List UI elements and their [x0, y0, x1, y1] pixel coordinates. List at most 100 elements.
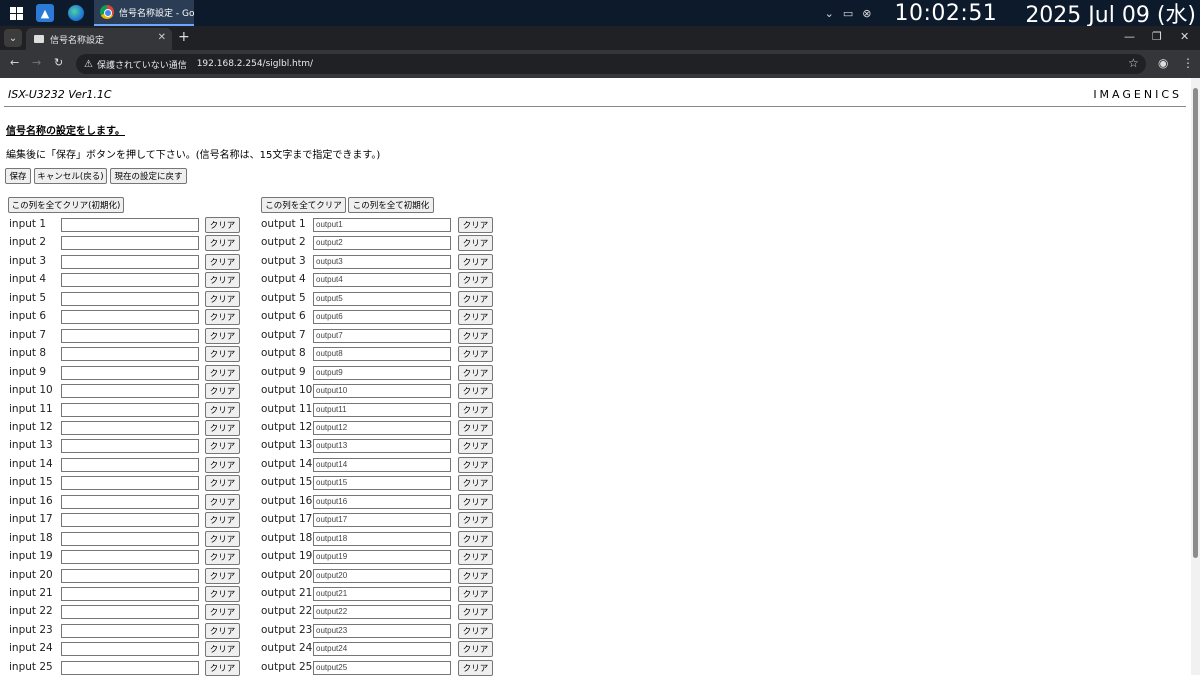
- output-name-field[interactable]: output20: [313, 568, 451, 583]
- output-clear-button[interactable]: クリア: [458, 419, 493, 436]
- save-button[interactable]: 保存: [5, 168, 31, 184]
- app-icon[interactable]: ▲: [36, 4, 54, 22]
- input-clear-button[interactable]: クリア: [205, 586, 240, 602]
- output-name-field[interactable]: output15: [313, 476, 451, 491]
- close-icon[interactable]: ✕: [158, 32, 166, 43]
- date[interactable]: 2025 Jul 09 (水): [1025, 0, 1196, 29]
- input-clear-all-button[interactable]: この列を全てクリア(初期化): [8, 197, 124, 213]
- input-name-field[interactable]: [61, 328, 199, 343]
- output-clear-button[interactable]: クリア: [458, 586, 493, 602]
- input-name-field[interactable]: [61, 494, 199, 509]
- input-name-field[interactable]: [61, 310, 199, 325]
- input-name-field[interactable]: [61, 384, 199, 399]
- input-name-field[interactable]: [61, 457, 199, 472]
- output-clear-button[interactable]: クリア: [458, 235, 493, 252]
- clock[interactable]: 10:02:51: [895, 1, 998, 26]
- output-name-field[interactable]: output19: [313, 550, 451, 565]
- input-clear-button[interactable]: クリア: [205, 567, 240, 584]
- input-clear-button[interactable]: クリア: [205, 530, 240, 547]
- input-name-field[interactable]: [61, 605, 199, 620]
- output-clear-button[interactable]: クリア: [458, 272, 493, 289]
- output-name-field[interactable]: output24: [313, 642, 451, 657]
- output-clear-button[interactable]: クリア: [458, 401, 493, 418]
- edge-icon[interactable]: [66, 3, 86, 23]
- minimize-icon[interactable]: —: [1124, 30, 1135, 43]
- input-name-field[interactable]: [61, 254, 199, 269]
- input-clear-button[interactable]: クリア: [205, 456, 240, 473]
- output-name-field[interactable]: output18: [313, 531, 451, 546]
- url-text[interactable]: 192.168.2.254/siglbl.htm/: [197, 59, 313, 69]
- output-clear-button[interactable]: クリア: [458, 346, 493, 363]
- output-clear-button[interactable]: クリア: [458, 493, 493, 510]
- input-clear-button[interactable]: クリア: [205, 290, 240, 307]
- input-name-field[interactable]: [61, 568, 199, 583]
- input-clear-button[interactable]: クリア: [205, 383, 240, 400]
- input-name-field[interactable]: [61, 347, 199, 362]
- warning-icon[interactable]: ⚠: [84, 59, 93, 70]
- input-name-field[interactable]: [61, 420, 199, 435]
- input-clear-button[interactable]: クリア: [205, 309, 240, 326]
- output-name-field[interactable]: output2: [313, 236, 451, 251]
- input-clear-button[interactable]: クリア: [205, 493, 240, 510]
- bookmark-star-icon[interactable]: ☆: [1128, 56, 1139, 70]
- output-init-all-button[interactable]: この列を全て初期化: [348, 197, 434, 213]
- network-icon[interactable]: ▭: [843, 7, 853, 20]
- output-clear-button[interactable]: クリア: [458, 309, 493, 326]
- output-name-field[interactable]: output8: [313, 347, 451, 362]
- chevron-up-icon[interactable]: ⌄: [825, 7, 834, 20]
- output-name-field[interactable]: output12: [313, 420, 451, 435]
- output-clear-button[interactable]: クリア: [458, 549, 493, 566]
- input-name-field[interactable]: [61, 623, 199, 638]
- input-clear-button[interactable]: クリア: [205, 401, 240, 418]
- input-name-field[interactable]: [61, 660, 199, 675]
- output-clear-button[interactable]: クリア: [458, 622, 493, 639]
- output-name-field[interactable]: output23: [313, 623, 451, 638]
- output-clear-all-button[interactable]: この列を全てクリア: [261, 197, 346, 213]
- output-name-field[interactable]: output3: [313, 254, 451, 269]
- new-tab-icon[interactable]: +: [178, 29, 190, 45]
- input-clear-button[interactable]: クリア: [205, 364, 240, 381]
- output-name-field[interactable]: output10: [313, 384, 451, 399]
- output-name-field[interactable]: output14: [313, 457, 451, 472]
- input-clear-button[interactable]: クリア: [205, 253, 240, 270]
- output-clear-button[interactable]: クリア: [458, 327, 493, 344]
- input-name-field[interactable]: [61, 531, 199, 546]
- input-clear-button[interactable]: クリア: [205, 217, 240, 233]
- input-clear-button[interactable]: クリア: [205, 346, 240, 363]
- output-clear-button[interactable]: クリア: [458, 217, 493, 233]
- tab-signal-names[interactable]: 信号名称設定 ✕: [26, 28, 172, 50]
- page-scrollbar[interactable]: [1191, 78, 1200, 675]
- output-name-field[interactable]: output5: [313, 291, 451, 306]
- output-name-field[interactable]: output6: [313, 310, 451, 325]
- input-name-field[interactable]: [61, 365, 199, 380]
- input-name-field[interactable]: [61, 476, 199, 491]
- input-name-field[interactable]: [61, 439, 199, 454]
- windows-start-icon[interactable]: [6, 3, 26, 23]
- output-clear-button[interactable]: クリア: [458, 456, 493, 473]
- input-clear-button[interactable]: クリア: [205, 641, 240, 658]
- output-clear-button[interactable]: クリア: [458, 512, 493, 529]
- window-close-icon[interactable]: ✕: [1180, 30, 1189, 43]
- input-clear-button[interactable]: クリア: [205, 419, 240, 436]
- output-name-field[interactable]: output4: [313, 273, 451, 288]
- input-clear-button[interactable]: クリア: [205, 622, 240, 639]
- input-clear-button[interactable]: クリア: [205, 235, 240, 252]
- output-clear-button[interactable]: クリア: [458, 604, 493, 621]
- input-name-field[interactable]: [61, 402, 199, 417]
- input-name-field[interactable]: [61, 218, 199, 232]
- input-name-field[interactable]: [61, 291, 199, 306]
- output-clear-button[interactable]: クリア: [458, 364, 493, 381]
- menu-icon[interactable]: ⋮: [1182, 56, 1194, 70]
- input-clear-button[interactable]: クリア: [205, 475, 240, 492]
- output-clear-button[interactable]: クリア: [458, 438, 493, 455]
- reload-icon[interactable]: ↻: [54, 56, 63, 69]
- input-clear-button[interactable]: クリア: [205, 549, 240, 566]
- revert-button[interactable]: 現在の設定に戻す: [110, 168, 187, 184]
- output-clear-button[interactable]: クリア: [458, 641, 493, 658]
- forward-icon[interactable]: →: [32, 56, 41, 69]
- input-clear-button[interactable]: クリア: [205, 327, 240, 344]
- profile-icon[interactable]: ◉: [1158, 56, 1168, 70]
- input-name-field[interactable]: [61, 513, 199, 528]
- tab-search-icon[interactable]: ⌄: [4, 29, 22, 47]
- input-clear-button[interactable]: クリア: [205, 512, 240, 529]
